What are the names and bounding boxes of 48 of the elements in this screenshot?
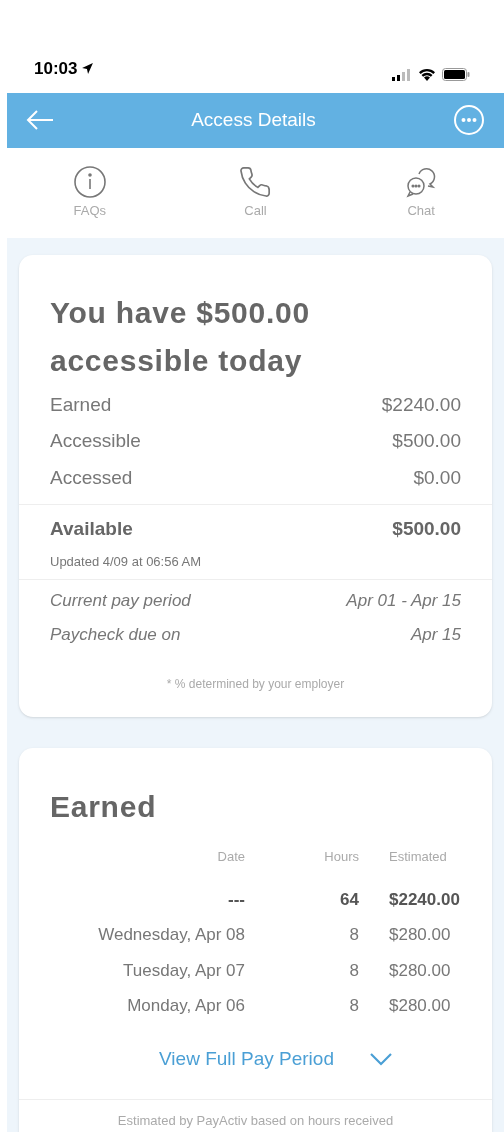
date-cell-text: Monday, Apr 06 (126, 995, 245, 1017)
available-label: Available (50, 517, 133, 541)
battery-icon (442, 68, 470, 82)
summary-label: Accessible (50, 429, 141, 453)
info-icon (72, 164, 107, 199)
date-cell-text: Tuesday, Apr 07 (122, 959, 245, 982)
hours-cell-text: 8 (348, 959, 359, 982)
column-header: Estimated (389, 848, 448, 866)
summary-value: $2240.00 (381, 392, 461, 417)
period-label: Current pay period (50, 590, 191, 612)
employer-note: * % determined by your employer (165, 676, 346, 693)
action-button[interactable]: Chat (376, 164, 467, 221)
view-full-pay-period-link[interactable]: View Full Pay Period (119, 1044, 392, 1073)
signal-icon (392, 68, 412, 81)
header-title: Access Details (191, 108, 316, 133)
status-time: 10:03 (34, 57, 78, 80)
estimated-cell-text: $280.00 (389, 995, 452, 1017)
column-header: Hours (323, 848, 359, 866)
summary-value: $0.00 (413, 465, 461, 490)
location-icon (81, 61, 95, 75)
summary-value: $500.00 (392, 429, 461, 453)
action-button[interactable]: Call (210, 164, 301, 221)
summary-label: Accessed (50, 465, 133, 490)
hours-cell-text: 8 (348, 924, 359, 946)
more-icon (453, 104, 485, 137)
hours-cell-text: 64 (339, 888, 359, 911)
estimated-cell-text: $2240.00 (389, 888, 461, 911)
date-cell-text: --- (227, 888, 245, 911)
wifi-icon (418, 68, 436, 82)
phone-icon (238, 164, 273, 199)
action-button[interactable]: FAQs (44, 164, 135, 221)
estimated-cell-text: $280.00 (389, 959, 452, 982)
earned-title: Earned (49, 789, 158, 825)
more-button[interactable] (452, 103, 486, 138)
chevron-down-icon (369, 1051, 392, 1066)
period-value: Apr 01 - Apr 15 (346, 590, 461, 612)
date-cell-text: Wednesday, Apr 08 (97, 924, 245, 946)
available-value: $500.00 (392, 517, 461, 541)
period-label: Paycheck due on (50, 623, 181, 646)
back-arrow-icon (26, 109, 54, 132)
hours-cell-text: 8 (348, 995, 359, 1017)
updated-text: Updated 4/09 at 06:56 AM (50, 552, 203, 571)
summary-label: Earned (50, 392, 112, 417)
period-value: Apr 15 (410, 623, 461, 646)
summary-headline: You have $500.00 accessible today (49, 294, 311, 379)
estimate-footnote: Estimated by PayActiv based on hours received (117, 1113, 394, 1128)
column-header: Date (216, 848, 245, 866)
estimated-cell-text: $280.00 (389, 924, 452, 946)
